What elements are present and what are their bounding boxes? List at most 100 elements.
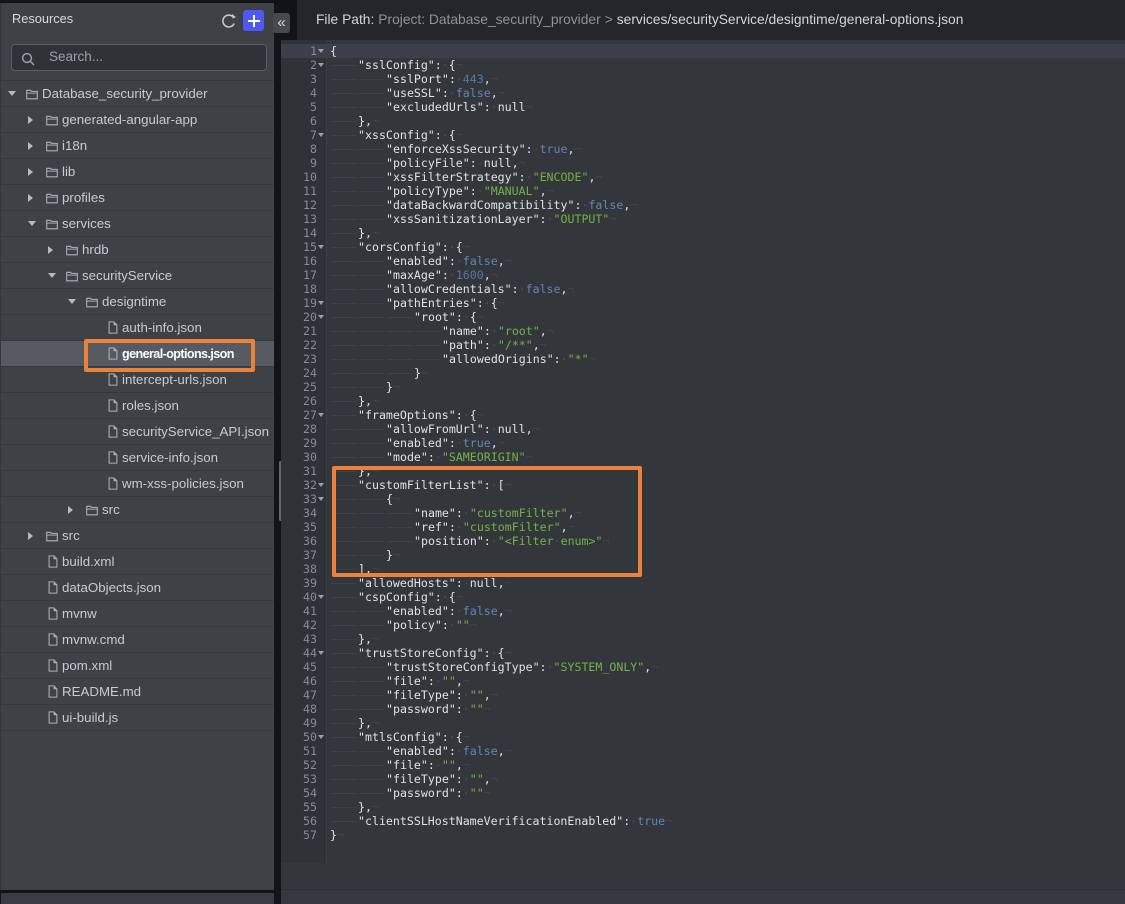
fold-arrow-icon[interactable] (318, 301, 324, 305)
chevron-down-icon[interactable] (28, 221, 36, 226)
fold-arrow-icon[interactable] (318, 245, 324, 249)
code-line-38[interactable]: ],¬ (326, 562, 1125, 576)
code-line-35[interactable]: "ref":·"customFilter",¬ (326, 520, 1125, 534)
sidebar-hscrollbar[interactable] (1, 893, 275, 904)
fold-arrow-icon[interactable] (318, 63, 324, 67)
code-line-40[interactable]: "cspConfig":·{¬ (326, 590, 1125, 604)
code-line-29[interactable]: "enabled":·true,¬ (326, 436, 1125, 450)
code-line-34[interactable]: "name":·"customFilter",¬ (326, 506, 1125, 520)
tree-item-profiles[interactable]: profiles (1, 185, 275, 211)
tree-item-mvnw[interactable]: mvnw (1, 601, 275, 627)
fold-arrow-icon[interactable] (318, 315, 324, 319)
tree-item-pom.xml[interactable]: pom.xml (1, 653, 275, 679)
code-line-21[interactable]: "name":·"root",¬ (326, 324, 1125, 338)
tree-item-roles.json[interactable]: roles.json (1, 393, 275, 419)
code-line-5[interactable]: "excludedUrls":·null¬ (326, 100, 1125, 114)
code-line-36[interactable]: "position":·"<Filter·enum>"¬ (326, 534, 1125, 548)
fold-arrow-icon[interactable] (318, 413, 324, 417)
code-line-18[interactable]: "allowCredentials":·false,¬ (326, 282, 1125, 296)
code-line-7[interactable]: "xssConfig":·{¬ (326, 128, 1125, 142)
editor-hscrollbar[interactable] (281, 889, 1125, 904)
code-line-23[interactable]: "allowedOrigins":·"*"¬ (326, 352, 1125, 366)
code-line-9[interactable]: "policyFile":·null,¬ (326, 156, 1125, 170)
add-button[interactable] (243, 10, 264, 31)
code-line-4[interactable]: "useSSL":·false,¬ (326, 86, 1125, 100)
code-line-14[interactable]: },¬ (326, 226, 1125, 240)
search-input-field[interactable] (45, 45, 255, 70)
code-line-13[interactable]: "xssSanitizationLayer":·"OUTPUT"¬ (326, 212, 1125, 226)
fold-arrow-icon[interactable] (318, 49, 324, 53)
code-line-42[interactable]: "policy":·""¬ (326, 618, 1125, 632)
code-line-28[interactable]: "allowFromUrl":·null,¬ (326, 422, 1125, 436)
fold-arrow-icon[interactable] (318, 735, 324, 739)
tree-item-mvnw.cmd[interactable]: mvnw.cmd (1, 627, 275, 653)
code-line-41[interactable]: "enabled":·false,¬ (326, 604, 1125, 618)
code-line-44[interactable]: "trustStoreConfig":·{¬ (326, 646, 1125, 660)
code-content[interactable]: {¬"sslConfig":·{¬"sslPort":·443,¬"useSSL… (326, 44, 1125, 842)
fold-arrow-icon[interactable] (318, 133, 324, 137)
chevron-down-icon[interactable] (48, 273, 56, 278)
code-line-27[interactable]: "frameOptions":·{¬ (326, 408, 1125, 422)
tree-item-generated-angular-app[interactable]: generated-angular-app (1, 107, 275, 133)
tree-item-hrdb[interactable]: hrdb (1, 237, 275, 263)
code-line-26[interactable]: },¬ (326, 394, 1125, 408)
code-line-57[interactable]: }¬ (326, 828, 1125, 842)
chevron-right-icon[interactable] (48, 246, 53, 254)
tree-item-src[interactable]: src (1, 497, 275, 523)
chevron-right-icon[interactable] (28, 532, 33, 540)
tree-item-service-info.json[interactable]: service-info.json (1, 445, 275, 471)
code-line-10[interactable]: "xssFilterStrategy":·"ENCODE",¬ (326, 170, 1125, 184)
fold-arrow-icon[interactable] (318, 595, 324, 599)
chevron-down-icon[interactable] (68, 299, 76, 304)
tree-item-dataObjects.json[interactable]: dataObjects.json (1, 575, 275, 601)
code-line-11[interactable]: "policyType":·"MANUAL",¬ (326, 184, 1125, 198)
code-line-6[interactable]: },¬ (326, 114, 1125, 128)
code-line-25[interactable]: }¬ (326, 380, 1125, 394)
code-line-52[interactable]: "file":·"",¬ (326, 758, 1125, 772)
code-line-8[interactable]: "enforceXssSecurity":·true,¬ (326, 142, 1125, 156)
chevron-right-icon[interactable] (28, 116, 33, 124)
tree-item-intercept-urls.json[interactable]: intercept-urls.json (1, 367, 275, 393)
tree-item-ui-build.js[interactable]: ui-build.js (1, 705, 275, 731)
code-line-32[interactable]: "customFilterList":·[¬ (326, 478, 1125, 492)
code-line-56[interactable]: "clientSSLHostNameVerificationEnabled":·… (326, 814, 1125, 828)
code-line-1[interactable]: {¬ (326, 44, 1125, 58)
tree-item-build.xml[interactable]: build.xml (1, 549, 275, 575)
code-line-17[interactable]: "maxAge":·1600,¬ (326, 268, 1125, 282)
code-line-54[interactable]: "password":·""¬ (326, 786, 1125, 800)
code-line-39[interactable]: "allowedHosts":·null,¬ (326, 576, 1125, 590)
code-line-2[interactable]: "sslConfig":·{¬ (326, 58, 1125, 72)
tree-item-src[interactable]: src (1, 523, 275, 549)
code-line-16[interactable]: "enabled":·false,¬ (326, 254, 1125, 268)
tree-item-i18n[interactable]: i18n (1, 133, 275, 159)
tree-item-Database_security_provider[interactable]: Database_security_provider (1, 81, 275, 107)
tree-item-securityService_API.json[interactable]: securityService_API.json (1, 419, 275, 445)
code-line-31[interactable]: },¬ (326, 464, 1125, 478)
tree-item-general-options.json[interactable]: general-options.json (1, 341, 275, 367)
tree-item-README.md[interactable]: README.md (1, 679, 275, 705)
code-line-53[interactable]: "fileType":·"",¬ (326, 772, 1125, 786)
tree-item-wm-xss-policies.json[interactable]: wm-xss-policies.json (1, 471, 275, 497)
code-line-46[interactable]: "file":·"",¬ (326, 674, 1125, 688)
chevron-right-icon[interactable] (68, 506, 73, 514)
code-line-12[interactable]: "dataBackwardCompatibility":·false,¬ (326, 198, 1125, 212)
code-line-47[interactable]: "fileType":·"",¬ (326, 688, 1125, 702)
code-line-51[interactable]: "enabled":·false,¬ (326, 744, 1125, 758)
code-line-50[interactable]: "mtlsConfig":·{¬ (326, 730, 1125, 744)
chevron-right-icon[interactable] (28, 194, 33, 202)
code-line-15[interactable]: "corsConfig":·{¬ (326, 240, 1125, 254)
code-line-48[interactable]: "password":·""¬ (326, 702, 1125, 716)
tree-item-securityService[interactable]: securityService (1, 263, 275, 289)
code-line-45[interactable]: "trustStoreConfigType":·"SYSTEM_ONLY",¬ (326, 660, 1125, 674)
code-line-55[interactable]: },¬ (326, 800, 1125, 814)
chevron-down-icon[interactable] (8, 91, 16, 96)
code-line-19[interactable]: "pathEntries":·{¬ (326, 296, 1125, 310)
refresh-button[interactable] (219, 11, 239, 31)
chevron-right-icon[interactable] (28, 142, 33, 150)
fold-arrow-icon[interactable] (318, 651, 324, 655)
code-line-3[interactable]: "sslPort":·443,¬ (326, 72, 1125, 86)
chevron-right-icon[interactable] (28, 168, 33, 176)
code-line-30[interactable]: "mode":·"SAMEORIGIN"¬ (326, 450, 1125, 464)
tree-item-services[interactable]: services (1, 211, 275, 237)
fold-arrow-icon[interactable] (318, 497, 324, 501)
